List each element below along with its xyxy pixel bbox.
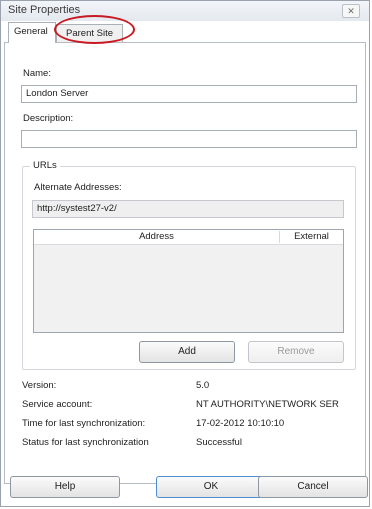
last-sync-time-label: Time for last synchronization: xyxy=(22,418,146,429)
help-button[interactable]: Help xyxy=(10,476,120,498)
tab-general[interactable]: General xyxy=(8,22,56,43)
description-label: Description: xyxy=(23,113,74,124)
ok-button[interactable]: OK xyxy=(156,476,266,498)
window-title: Site Properties xyxy=(8,4,81,16)
active-tab-joint xyxy=(9,42,55,44)
description-field[interactable] xyxy=(21,130,357,148)
service-account-label: Service account: xyxy=(22,399,93,410)
name-label: Name: xyxy=(23,68,51,79)
service-account-value: NT AUTHORITY\NETWORK SER xyxy=(196,399,339,410)
version-value: 5.0 xyxy=(196,380,210,391)
close-icon: ✕ xyxy=(347,6,355,16)
last-sync-time-value: 17-02-2012 10:10:10 xyxy=(196,418,285,429)
last-sync-status-label: Status for last synchronization xyxy=(22,437,149,448)
close-button[interactable]: ✕ xyxy=(342,4,360,18)
version-label: Version: xyxy=(22,380,57,391)
alternate-addresses-label: Alternate Addresses: xyxy=(34,182,122,193)
urls-group-label: URLs xyxy=(30,160,60,171)
name-field[interactable]: London Server xyxy=(21,85,357,103)
highlight-ellipse xyxy=(54,15,135,44)
cancel-button[interactable]: Cancel xyxy=(258,476,368,498)
last-sync-status-value: Successful xyxy=(196,437,242,448)
tab-general-label: General xyxy=(14,26,48,37)
alternate-address-field: http://systest27-v2/ xyxy=(32,200,344,218)
add-button[interactable]: Add xyxy=(139,341,235,363)
column-external[interactable]: External xyxy=(280,230,343,244)
remove-button[interactable]: Remove xyxy=(248,341,344,363)
column-address[interactable]: Address xyxy=(34,230,279,244)
